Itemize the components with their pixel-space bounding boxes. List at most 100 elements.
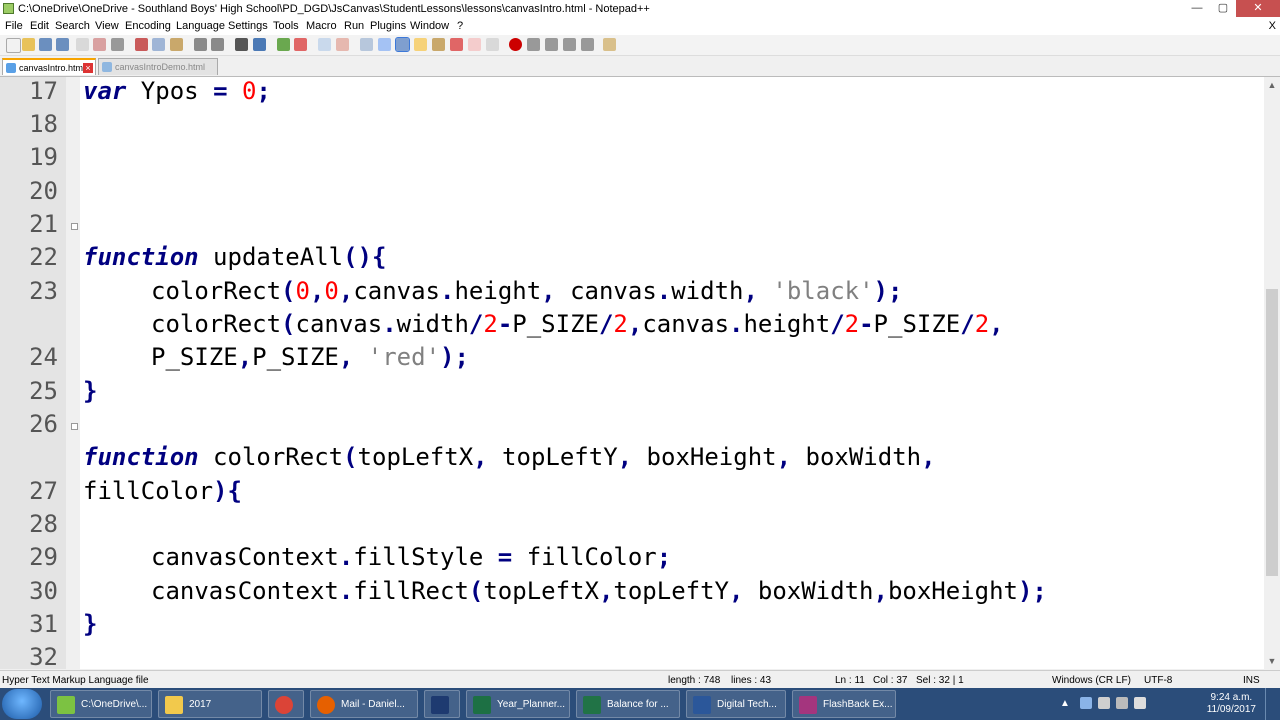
print-icon[interactable] (111, 38, 124, 51)
scrollbar-thumb[interactable] (1266, 289, 1278, 576)
close-button[interactable]: ✕ (1236, 0, 1280, 17)
cut-icon[interactable] (135, 38, 148, 51)
vertical-scrollbar[interactable]: ▲ ▼ (1264, 77, 1280, 669)
lang-icon[interactable] (414, 38, 427, 51)
fold-margin (66, 77, 80, 669)
open-file-icon[interactable] (22, 38, 35, 51)
fold-marker-icon[interactable] (71, 223, 78, 230)
tab-canvas-intro-demo[interactable]: canvasIntroDemo.html (98, 58, 218, 75)
excel-icon (473, 696, 491, 714)
paste-icon[interactable] (170, 38, 183, 51)
line-number: 21 (29, 210, 58, 238)
flashback-icon (799, 696, 817, 714)
code-editor[interactable]: 17 18 19 20 21 22 23 24 25 26 27 28 29 3… (0, 77, 1264, 669)
play-macro-icon[interactable] (545, 38, 558, 51)
menu-encoding[interactable]: Encoding (125, 20, 171, 32)
show-all-chars-icon[interactable] (378, 38, 391, 51)
menu-macro[interactable]: Macro (306, 20, 337, 32)
title-bar: C:\OneDrive\OneDrive - Southland Boys' H… (0, 0, 1280, 18)
record-macro-icon[interactable] (509, 38, 522, 51)
clock[interactable]: 9:24 a.m. 11/09/2017 (1207, 692, 1256, 716)
tab-label: canvasIntro.html (19, 63, 86, 73)
scroll-down-icon[interactable]: ▼ (1264, 653, 1280, 669)
status-bar: Hyper Text Markup Language file length :… (0, 670, 1280, 689)
taskbar-item-word[interactable]: Digital Tech... (686, 690, 786, 718)
line-number: 23 (29, 277, 58, 305)
stop-macro-icon[interactable] (527, 38, 540, 51)
redo-icon[interactable] (211, 38, 224, 51)
sync-h-icon[interactable] (336, 38, 349, 51)
find-icon[interactable] (235, 38, 248, 51)
photoshop-icon (431, 696, 449, 714)
menu-file[interactable]: File (5, 20, 23, 32)
plugin-icon[interactable] (603, 38, 616, 51)
taskbar-item-label: FlashBack Ex... (823, 699, 893, 710)
function-list-icon[interactable] (450, 38, 463, 51)
save-macro-icon[interactable] (581, 38, 594, 51)
menu-tools[interactable]: Tools (273, 20, 299, 32)
tab-canvas-intro[interactable]: canvasIntro.html × (2, 58, 96, 75)
doc-map-icon[interactable] (432, 38, 445, 51)
firefox-icon (317, 696, 335, 714)
onedrive-icon[interactable] (1080, 697, 1092, 709)
taskbar-item-notepadpp[interactable]: C:\OneDrive\... (50, 690, 152, 718)
minimize-button[interactable]: — (1184, 0, 1210, 17)
menu-view[interactable]: View (95, 20, 119, 32)
scroll-up-icon[interactable]: ▲ (1264, 77, 1280, 93)
line-number: 29 (29, 543, 58, 571)
line-number: 24 (29, 343, 58, 371)
menu-language[interactable]: Language (176, 20, 225, 32)
network-icon[interactable] (1116, 697, 1128, 709)
tray-expand-icon[interactable]: ▲ (1060, 698, 1070, 709)
zoom-out-icon[interactable] (294, 38, 307, 51)
menu-help[interactable]: ? (457, 20, 463, 32)
maximize-button[interactable]: ▢ (1210, 0, 1236, 17)
status-col: Col : 37 (873, 675, 908, 686)
taskbar-item-publisher[interactable]: Balance for ... (576, 690, 680, 718)
system-tray: ▲ 9:24 a.m. 11/09/2017 (1050, 688, 1280, 720)
word-wrap-icon[interactable] (360, 38, 373, 51)
window-controls: — ▢ ✕ (1184, 0, 1280, 18)
taskbar-item-chrome[interactable] (268, 690, 304, 718)
status-insert-mode: INS (1243, 675, 1260, 686)
new-file-icon[interactable] (6, 38, 21, 53)
menu-search[interactable]: Search (55, 20, 90, 32)
notepadpp-icon (3, 3, 14, 14)
close-document-button[interactable]: X (1269, 20, 1276, 32)
play-multiple-icon[interactable] (563, 38, 576, 51)
taskbar-item-folder[interactable]: 2017 (158, 690, 262, 718)
sync-v-icon[interactable] (318, 38, 331, 51)
show-desktop-button[interactable] (1265, 688, 1280, 720)
taskbar-item-label: Mail - Daniel... (341, 699, 405, 710)
zoom-in-icon[interactable] (277, 38, 290, 51)
copy-icon[interactable] (152, 38, 165, 51)
taskbar-item-photoshop[interactable] (424, 690, 460, 718)
menu-plugins[interactable]: Plugins (370, 20, 406, 32)
menu-settings[interactable]: Settings (228, 20, 268, 32)
code-line-17: var Ypos = 0; (83, 77, 271, 105)
menu-bar: File Edit Search View Encoding Language … (0, 18, 1280, 35)
save-all-icon[interactable] (56, 38, 69, 51)
undo-icon[interactable] (194, 38, 207, 51)
status-file-type: Hyper Text Markup Language file (2, 675, 149, 686)
taskbar-item-firefox[interactable]: Mail - Daniel... (310, 690, 418, 718)
close-file-icon[interactable] (76, 38, 89, 51)
replace-icon[interactable] (253, 38, 266, 51)
folder-workspace-icon[interactable] (468, 38, 481, 51)
close-tab-icon[interactable]: × (83, 63, 93, 73)
close-all-icon[interactable] (93, 38, 106, 51)
taskbar-item-excel[interactable]: Year_Planner... (466, 690, 570, 718)
menu-run[interactable]: Run (344, 20, 364, 32)
menu-window[interactable]: Window (410, 20, 449, 32)
tray-app-icon[interactable] (1098, 697, 1110, 709)
menu-edit[interactable]: Edit (30, 20, 49, 32)
volume-icon[interactable] (1134, 697, 1146, 709)
save-icon[interactable] (39, 38, 52, 51)
taskbar-item-flashback[interactable]: FlashBack Ex... (792, 690, 896, 718)
indent-guide-icon[interactable] (395, 37, 410, 52)
start-button[interactable] (2, 689, 42, 719)
monitoring-icon[interactable] (486, 38, 499, 51)
publisher-icon (583, 696, 601, 714)
fold-marker-icon[interactable] (71, 423, 78, 430)
line-number: 30 (29, 577, 58, 605)
